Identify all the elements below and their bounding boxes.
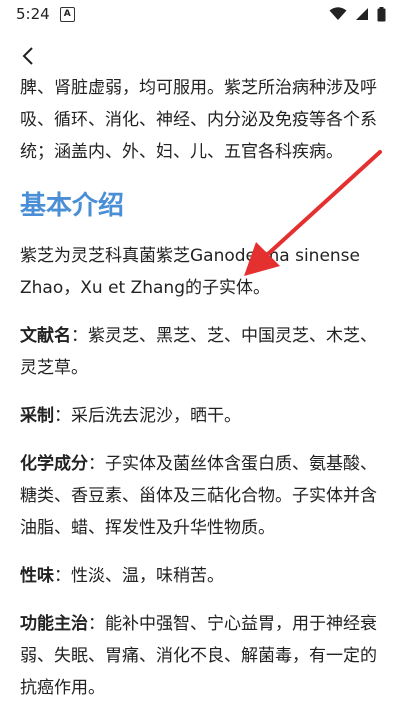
item-term: 采制 (20, 406, 54, 426)
status-left: 5:24 A (16, 5, 75, 23)
item-term: 化学成分 (20, 454, 88, 474)
status-time: 5:24 (16, 5, 50, 23)
item-paragraph: 性味：性淡、温，味稍苦。 (20, 560, 382, 592)
section-heading: 基本介绍 (20, 191, 125, 221)
description-paragraph: 紫芝为灵芝科真菌紫芝Ganoderma sinense Zhao，Xu et Z… (20, 246, 360, 298)
status-bar: 5:24 A (0, 0, 400, 28)
item-term: 文献名 (20, 326, 71, 346)
item-text: 采后洗去泥沙，晒干。 (71, 406, 241, 426)
item-separator: ： (88, 614, 105, 634)
notification-badge-icon: A (59, 6, 75, 22)
item-separator: ： (88, 454, 105, 474)
article-content: 脾、肾脏虚弱，均可服用。紫芝所治病种涉及呼吸、循环、消化、神经、内分泌及免疫等各… (20, 72, 382, 720)
item-separator: ： (54, 406, 71, 426)
status-right (329, 6, 386, 22)
intro-paragraph: 脾、肾脏虚弱，均可服用。紫芝所治病种涉及呼吸、循环、消化、神经、内分泌及免疫等各… (20, 78, 377, 162)
cell-signal-icon (356, 8, 368, 20)
chevron-left-icon (22, 47, 33, 65)
item-paragraph: 文献名：紫灵芝、黑芝、芝、中国灵芝、木芝、灵芝草。 (20, 320, 382, 384)
item-separator: ： (71, 326, 88, 346)
item-term: 功能主治 (20, 614, 88, 634)
item-term: 性味 (20, 566, 54, 586)
back-button[interactable] (10, 38, 46, 74)
item-paragraph: 功能主治：能补中强智、宁心益胃，用于神经衰弱、失眠、胃痛、消化不良、解菌毒，有一… (20, 608, 382, 704)
item-text: 性淡、温，味稍苦。 (71, 566, 224, 586)
item-paragraph: 采制：采后洗去泥沙，晒干。 (20, 400, 382, 432)
item-paragraph: 化学成分：子实体及菌丝体含蛋白质、氨基酸、糖类、香豆素、甾体及三萜化合物。子实体… (20, 448, 382, 544)
wifi-icon (329, 7, 347, 20)
item-separator: ： (54, 566, 71, 586)
battery-icon (377, 6, 386, 21)
